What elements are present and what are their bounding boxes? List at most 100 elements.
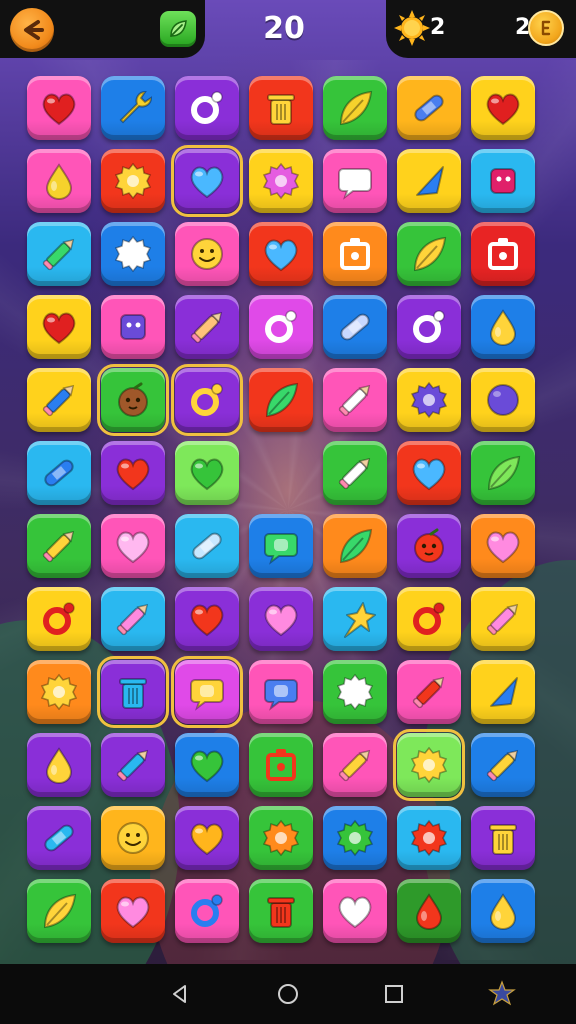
tile-pencil-r8c2[interactable] bbox=[101, 587, 165, 651]
heart-icon bbox=[116, 896, 150, 929]
tile-bubble-r9c4[interactable] bbox=[249, 660, 313, 724]
tile-leaf-r1c5[interactable] bbox=[323, 76, 387, 140]
tile-pencil-r8c7[interactable] bbox=[471, 587, 535, 651]
tile-pencil-r5c5[interactable] bbox=[323, 368, 387, 432]
tile-heart-r6c2[interactable] bbox=[101, 441, 165, 505]
tile-bubble-r9c3[interactable] bbox=[171, 656, 243, 728]
tile-heart-r7c7[interactable] bbox=[471, 514, 535, 578]
tile-cone-r2c6[interactable] bbox=[397, 149, 461, 213]
tile-face-r5c2[interactable] bbox=[97, 364, 169, 436]
tile-ring-r1c3[interactable] bbox=[175, 76, 239, 140]
tile-leaf-r7c5[interactable] bbox=[323, 514, 387, 578]
nav-home-button[interactable] bbox=[272, 978, 304, 1010]
tile-smile-r11c2[interactable] bbox=[101, 806, 165, 870]
tile-gear-r9c1[interactable] bbox=[27, 660, 91, 724]
tile-gear-r11c6[interactable] bbox=[397, 806, 461, 870]
tile-leaf-r12c1[interactable] bbox=[27, 879, 91, 943]
tile-square-r2c7[interactable] bbox=[471, 149, 535, 213]
tile-pencil-r3c1[interactable] bbox=[27, 222, 91, 286]
tile-drop-r12c7[interactable] bbox=[471, 879, 535, 943]
square-recents-icon bbox=[385, 985, 403, 1003]
tile-ring-r4c4[interactable] bbox=[249, 295, 313, 359]
tile-gear-r9c5[interactable] bbox=[323, 660, 387, 724]
tile-heart-r10c3[interactable] bbox=[175, 733, 239, 797]
nav-app-button[interactable] bbox=[486, 978, 518, 1010]
heart-icon bbox=[190, 823, 224, 856]
tile-ring-r8c6[interactable] bbox=[397, 587, 461, 651]
tile-drop-r2c1[interactable] bbox=[27, 149, 91, 213]
booster-button[interactable] bbox=[160, 11, 196, 47]
tile-dot-r5c7[interactable] bbox=[471, 368, 535, 432]
tile-pencil-r9c6[interactable] bbox=[397, 660, 461, 724]
tile-gear-r2c4[interactable] bbox=[249, 149, 313, 213]
tile-heart-r2c3[interactable] bbox=[171, 145, 243, 217]
tile-trash-r12c4[interactable] bbox=[249, 879, 313, 943]
tile-drop-r12c6[interactable] bbox=[397, 879, 461, 943]
tile-drop-r4c7[interactable] bbox=[471, 295, 535, 359]
tile-pencil-r7c1[interactable] bbox=[27, 514, 91, 578]
tile-ring-r4c6[interactable] bbox=[397, 295, 461, 359]
tile-gear-r11c4[interactable] bbox=[249, 806, 313, 870]
tile-bandage-r7c3[interactable] bbox=[175, 514, 239, 578]
tile-box-r3c5[interactable] bbox=[323, 222, 387, 286]
nav-back-button[interactable] bbox=[164, 978, 196, 1010]
tile-heart-r8c3[interactable] bbox=[175, 587, 239, 651]
cone-icon bbox=[416, 166, 444, 196]
tile-gear-r2c2[interactable] bbox=[101, 149, 165, 213]
tile-pencil-r10c7[interactable] bbox=[471, 733, 535, 797]
tile-gear-r3c2[interactable] bbox=[101, 222, 165, 286]
back-button[interactable] bbox=[10, 8, 54, 52]
tile-pencil-r10c2[interactable] bbox=[101, 733, 165, 797]
tile-gear-r10c6[interactable] bbox=[393, 729, 465, 801]
ring-icon bbox=[191, 894, 223, 927]
tile-heart-r7c2[interactable] bbox=[101, 514, 165, 578]
tile-bandage-r1c6[interactable] bbox=[397, 76, 461, 140]
pencil-icon bbox=[338, 749, 371, 782]
tile-heart-r6c3[interactable] bbox=[175, 441, 239, 505]
tile-ring-r12c3[interactable] bbox=[175, 879, 239, 943]
tile-leaf-r6c7[interactable] bbox=[471, 441, 535, 505]
bandage-icon bbox=[44, 824, 74, 852]
tile-heart-r4c1[interactable] bbox=[27, 295, 91, 359]
tile-bandage-r11c1[interactable] bbox=[27, 806, 91, 870]
tile-drop-r10c1[interactable] bbox=[27, 733, 91, 797]
tile-cone-r9c7[interactable] bbox=[471, 660, 535, 724]
tile-square-r4c2[interactable] bbox=[101, 295, 165, 359]
tile-pencil-r5c1[interactable] bbox=[27, 368, 91, 432]
tile-heart-r12c5[interactable] bbox=[323, 879, 387, 943]
tile-gear-r5c6[interactable] bbox=[397, 368, 461, 432]
tile-box-r10c4[interactable] bbox=[249, 733, 313, 797]
tile-heart-r12c2[interactable] bbox=[101, 879, 165, 943]
nav-recents-button[interactable] bbox=[378, 978, 410, 1010]
tile-heart-r6c6[interactable] bbox=[397, 441, 461, 505]
tile-pencil-r6c5[interactable] bbox=[323, 441, 387, 505]
tile-box-r3c7[interactable] bbox=[471, 222, 535, 286]
tile-ring-r8c1[interactable] bbox=[27, 587, 91, 651]
tile-star-r8c5[interactable] bbox=[323, 587, 387, 651]
tile-trash-r11c7[interactable] bbox=[471, 806, 535, 870]
tile-gear-r11c5[interactable] bbox=[323, 806, 387, 870]
tile-ring-r5c3[interactable] bbox=[171, 364, 243, 436]
tile-leaf-r5c4[interactable] bbox=[249, 368, 313, 432]
tile-pencil-r4c3[interactable] bbox=[175, 295, 239, 359]
tile-heart-r1c1[interactable] bbox=[27, 76, 91, 140]
system-nav-bar bbox=[0, 964, 576, 1024]
tile-heart-r8c4[interactable] bbox=[249, 587, 313, 651]
tile-wrench-r1c2[interactable] bbox=[101, 76, 165, 140]
tile-trash-r1c4[interactable] bbox=[249, 76, 313, 140]
tile-leaf-r3c6[interactable] bbox=[397, 222, 461, 286]
tile-smile-r3c3[interactable] bbox=[175, 222, 239, 286]
tile-pencil-r10c5[interactable] bbox=[323, 733, 387, 797]
smile-icon bbox=[117, 822, 149, 854]
tile-face-r7c6[interactable] bbox=[397, 514, 461, 578]
tile-heart-r11c3[interactable] bbox=[175, 806, 239, 870]
tile-bandage-r4c5[interactable] bbox=[323, 295, 387, 359]
tile-heart-r3c4[interactable] bbox=[249, 222, 313, 286]
tile-bubble-r7c4[interactable] bbox=[249, 514, 313, 578]
pencil-icon bbox=[42, 384, 75, 417]
tile-bubble-r2c5[interactable] bbox=[323, 149, 387, 213]
heart-icon bbox=[190, 604, 224, 637]
tile-trash-r9c2[interactable] bbox=[97, 656, 169, 728]
tile-bandage-r6c1[interactable] bbox=[27, 441, 91, 505]
tile-heart-r1c7[interactable] bbox=[471, 76, 535, 140]
